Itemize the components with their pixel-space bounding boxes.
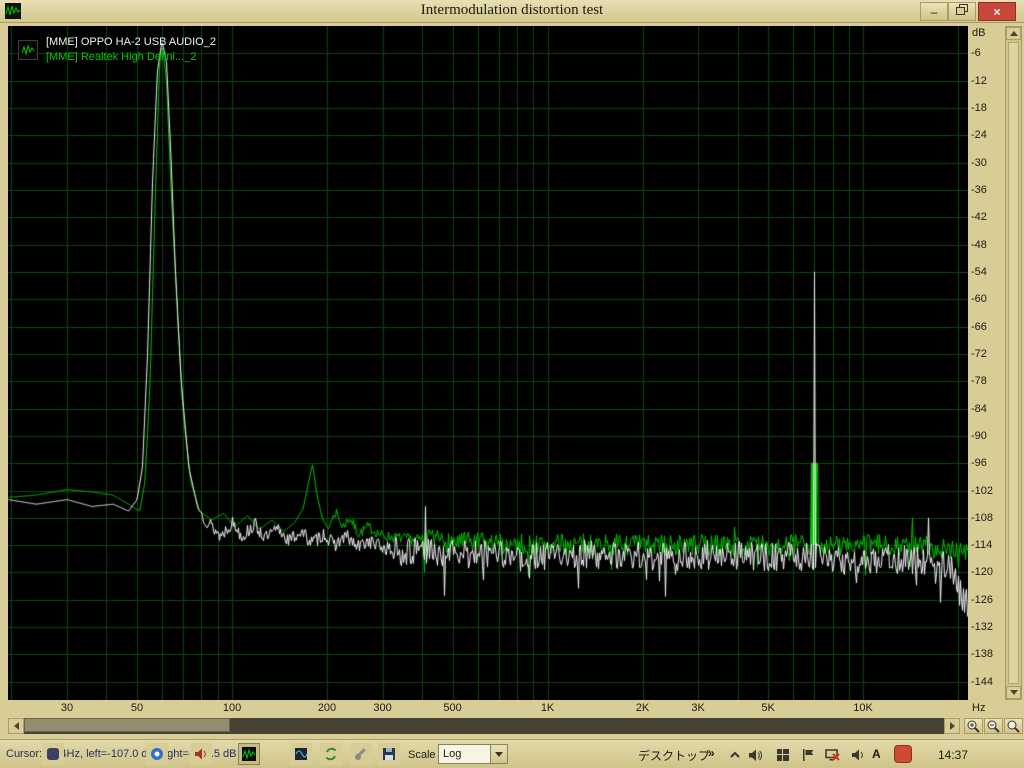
arrow-up-icon bbox=[1009, 31, 1018, 36]
close-icon: × bbox=[993, 4, 1001, 19]
y-tick-label: -48 bbox=[971, 238, 987, 251]
taskbar-clock[interactable]: 14:37 bbox=[938, 748, 968, 762]
zoom-in-icon bbox=[967, 720, 980, 733]
spectrum-plot: [MME] OPPO HA-2 USB AUDIO_2 [MME] Realte… bbox=[8, 26, 968, 700]
y-tick-label: -108 bbox=[971, 511, 994, 524]
desktop-toolbar-overflow[interactable]: » bbox=[708, 746, 715, 760]
arrow-left-icon bbox=[13, 722, 19, 730]
x-tick-label: 30 bbox=[60, 702, 74, 714]
minimize-button[interactable]: – bbox=[920, 2, 948, 21]
legend: [MME] OPPO HA-2 USB AUDIO_2 [MME] Realte… bbox=[18, 36, 216, 64]
y-tick-label: -54 bbox=[971, 265, 987, 278]
y-axis: dB -6 -12 -18 -24 -30 -36 -42 -48 -54 -60 -66 -72 -7… bbox=[968, 26, 1002, 700]
legend-entry-label: [MME] Realtek High Defini..._2 bbox=[46, 51, 197, 63]
y-tick-label: -60 bbox=[971, 293, 987, 306]
y-tick-label: -6 bbox=[971, 47, 981, 60]
tray-windows-grid-icon[interactable] bbox=[774, 746, 792, 764]
hidden-icons-chevron[interactable] bbox=[726, 746, 744, 764]
spectrum-canvas[interactable] bbox=[8, 26, 968, 700]
y-tick-label: -132 bbox=[971, 621, 994, 634]
x-tick-label: 10K bbox=[853, 702, 873, 714]
tray-speaker-icon[interactable] bbox=[849, 746, 867, 764]
x-axis: 30 50 100 200 300 500 1K 2K 3K 5K 10K bbox=[8, 700, 968, 716]
vertical-scrollbar[interactable] bbox=[1005, 26, 1022, 700]
spectrum-analyzer-taskbar-button[interactable] bbox=[238, 743, 260, 765]
y-tick-label: -18 bbox=[971, 101, 987, 114]
app-window: Intermodulation distortion test – × [MME… bbox=[0, 0, 1024, 768]
arrow-right-icon bbox=[949, 722, 955, 730]
y-tick-label: -24 bbox=[971, 129, 987, 142]
x-tick-label: 3K bbox=[691, 702, 705, 714]
zoom-fit-button[interactable] bbox=[1004, 718, 1023, 734]
y-tick-label: -96 bbox=[971, 457, 987, 470]
scroll-down-button[interactable] bbox=[1006, 686, 1021, 699]
y-tick-label: -84 bbox=[971, 402, 987, 415]
tray-network-error-icon[interactable] bbox=[823, 746, 841, 764]
ime-language-indicator[interactable]: A bbox=[872, 747, 881, 761]
generator-speaker-icon[interactable] bbox=[190, 743, 212, 765]
settings-wrench-icon[interactable] bbox=[350, 743, 372, 765]
x-tick-label: 500 bbox=[443, 702, 462, 714]
zoom-fit-icon bbox=[1007, 720, 1020, 733]
scale-select-value: Log bbox=[443, 748, 462, 760]
x-tick-label: 2K bbox=[635, 702, 650, 714]
app-icon-indigo[interactable] bbox=[42, 743, 64, 765]
title-bar: Intermodulation distortion test – × bbox=[0, 0, 1024, 23]
minimize-icon: – bbox=[930, 4, 938, 19]
tray-volume-icon[interactable] bbox=[746, 746, 764, 764]
x-tick-label: 1K bbox=[540, 702, 555, 714]
scroll-up-button[interactable] bbox=[1006, 27, 1021, 40]
restore-icon bbox=[956, 4, 968, 19]
oscilloscope-icon[interactable] bbox=[290, 743, 312, 765]
x-tick-label: 100 bbox=[222, 702, 242, 714]
save-icon[interactable] bbox=[378, 743, 400, 765]
y-tick-label: -144 bbox=[971, 675, 994, 688]
y-tick-label: -72 bbox=[971, 347, 987, 360]
x-tick-label: 300 bbox=[373, 702, 392, 714]
y-axis-unit: dB bbox=[972, 27, 986, 39]
y-tick-label: -90 bbox=[971, 429, 987, 442]
scroll-right-button[interactable] bbox=[944, 718, 960, 734]
x-tick-label: 200 bbox=[317, 702, 337, 714]
arrow-down-icon bbox=[1009, 690, 1018, 695]
y-tick-label: -42 bbox=[971, 211, 987, 224]
y-tick-label: -30 bbox=[971, 156, 987, 169]
tray-flag-icon[interactable] bbox=[799, 746, 817, 764]
horizontal-scrollbar-thumb[interactable] bbox=[24, 718, 230, 732]
scale-label: Scale bbox=[408, 749, 436, 761]
y-tick-label: -114 bbox=[971, 539, 993, 552]
y-tick-label: -12 bbox=[971, 74, 987, 87]
restore-button[interactable] bbox=[948, 2, 976, 21]
desktop-toolbar-label: デスクトップ bbox=[638, 749, 711, 763]
refresh-icon[interactable] bbox=[320, 743, 342, 765]
x-axis-unit: Hz bbox=[972, 702, 986, 714]
ime-mode-icon[interactable] bbox=[894, 745, 912, 763]
legend-spectrum-icon[interactable] bbox=[18, 40, 38, 60]
vertical-scrollbar-thumb[interactable] bbox=[1008, 42, 1019, 684]
y-tick-label: -78 bbox=[971, 375, 987, 388]
y-tick-label: -138 bbox=[971, 648, 994, 661]
zoom-out-icon bbox=[987, 720, 1000, 733]
app-icon-blue-circle[interactable] bbox=[146, 743, 168, 765]
y-tick-label: -120 bbox=[971, 566, 994, 579]
y-tick-label: -102 bbox=[971, 484, 994, 497]
scroll-left-button[interactable] bbox=[8, 718, 24, 734]
y-tick-label: -126 bbox=[971, 593, 994, 606]
scale-select[interactable]: Log bbox=[438, 744, 508, 764]
window-title: Intermodulation distortion test bbox=[420, 2, 604, 18]
legend-entry-label: [MME] OPPO HA-2 USB AUDIO_2 bbox=[46, 36, 216, 48]
status-taskbar: Cursor: 23.4Hz, left=-107.0 dB, right=-1… bbox=[0, 739, 1024, 768]
legend-entries: [MME] OPPO HA-2 USB AUDIO_2 [MME] Realte… bbox=[46, 36, 216, 64]
x-tick-label: 5K bbox=[761, 702, 775, 714]
chevron-down-icon[interactable] bbox=[490, 745, 507, 763]
close-button[interactable]: × bbox=[978, 2, 1016, 21]
y-tick-label: -36 bbox=[971, 183, 987, 196]
y-tick-label: -66 bbox=[971, 320, 987, 333]
horizontal-scrollbar[interactable] bbox=[24, 718, 944, 734]
x-tick-label: 50 bbox=[130, 702, 144, 714]
zoom-in-button[interactable] bbox=[964, 718, 983, 734]
zoom-out-button[interactable] bbox=[984, 718, 1003, 734]
